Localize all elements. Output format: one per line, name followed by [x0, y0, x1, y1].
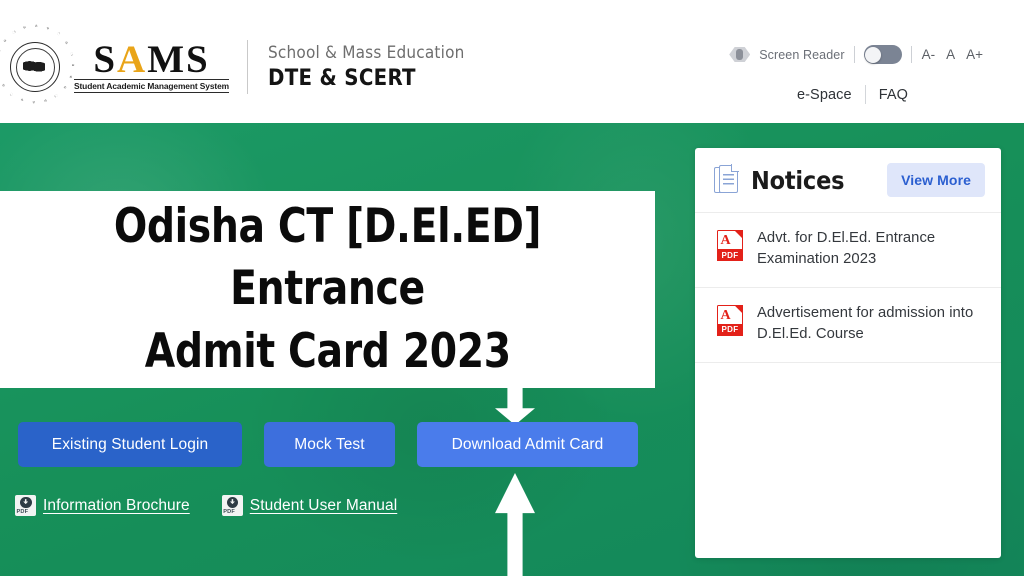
pdf-icon-label: PDF	[223, 508, 236, 515]
pdf-icon-label: PDF	[717, 249, 743, 261]
site-header: ଓଡିଶାସରକାରଓଡିଶାସରକାର SAMS Student Academ…	[0, 0, 1024, 123]
arrow-down-icon	[495, 387, 535, 425]
pdf-download-icon: PDF	[15, 495, 36, 516]
brand-logo[interactable]: ଓଡିଶାସରକାରଓଡିଶାସରକାର SAMS Student Academ…	[0, 24, 465, 104]
download-arrow-icon	[20, 496, 32, 508]
notice-list-item[interactable]: A PDF Advt. for D.El.Ed. Entrance Examin…	[695, 213, 1001, 288]
department-line-2: DTE & SCERT	[268, 65, 416, 91]
notice-list-item[interactable]: A PDF Advertisement for admission into D…	[695, 288, 1001, 363]
arrow-up-icon	[495, 473, 535, 576]
student-user-manual-label: Student User Manual	[249, 496, 398, 514]
sams-logo: SAMS Student Academic Management System	[74, 37, 229, 94]
information-brochure-label: Information Brochure	[43, 496, 190, 514]
document-link-row: PDF Information Brochure PDF Student Use…	[15, 495, 397, 516]
nav-link-espace[interactable]: e-Space	[797, 87, 852, 103]
pdf-icon-label: PDF	[717, 323, 743, 336]
notice-item-text: Advt. for D.El.Ed. Entrance Examination …	[757, 230, 936, 268]
screen-reader-label: Screen Reader	[759, 47, 845, 62]
pdf-download-icon: PDF	[221, 495, 243, 516]
odisha-state-emblem-icon: ଓଡିଶାସରକାରଓଡିଶାସରକାର	[0, 24, 75, 104]
sams-letters-ms: MS	[147, 37, 210, 81]
view-more-button[interactable]: View More	[887, 163, 985, 197]
download-admit-card-button[interactable]: Download Admit Card	[417, 422, 638, 467]
screen-reader-toggle[interactable]	[863, 45, 902, 64]
header-divider	[247, 40, 248, 94]
pdf-icon-label: PDF	[16, 508, 29, 515]
action-button-row: Existing Student Login Mock Test Downloa…	[18, 422, 638, 467]
nav-link-faq[interactable]: FAQ	[879, 87, 908, 103]
headline-card: Odisha CT [D.El.ED] Entrance Admit Card …	[0, 191, 655, 388]
sams-wordmark: SAMS	[93, 37, 210, 81]
existing-student-login-button[interactable]: Existing Student Login	[18, 422, 242, 467]
sams-subtitle: Student Academic Management System	[74, 79, 229, 94]
emblem-ring-text: ଓଡିଶାସରକାରଓଡିଶାସରକାର	[0, 24, 75, 104]
student-user-manual-link[interactable]: PDF Student User Manual	[221, 495, 398, 516]
pdf-icon-glyph: A	[720, 307, 731, 323]
accessibility-toolbar: Screen Reader A- A A+	[729, 45, 984, 64]
toggle-knob	[865, 46, 882, 63]
notice-item-text: Advertisement for admission into D.El.Ed…	[757, 304, 974, 343]
mock-test-button[interactable]: Mock Test	[264, 422, 395, 467]
document-lines	[723, 173, 734, 188]
pdf-file-icon: A PDF	[717, 230, 743, 261]
notices-title: Notices	[751, 165, 845, 195]
toolbar-divider	[853, 46, 855, 63]
pdf-file-icon: A PDF	[717, 304, 743, 336]
font-increase-button[interactable]: A+	[965, 47, 984, 62]
font-normal-button[interactable]: A	[945, 47, 956, 62]
nav-divider	[864, 85, 866, 104]
download-arrow-icon	[226, 496, 239, 508]
sams-letter-s: S	[93, 37, 118, 81]
notices-panel: Notices View More A PDF Advt. for D.El.E…	[695, 148, 1001, 558]
page-title-line-1: Odisha CT [D.El.ED] Entrance	[113, 198, 542, 317]
sams-letter-a: A	[117, 37, 148, 81]
department-title: School & Mass Education DTE & SCERT	[268, 42, 465, 92]
pdf-icon-glyph: A	[720, 233, 731, 248]
toolbar-divider	[910, 46, 912, 63]
department-line-1: School & Mass Education	[268, 42, 465, 63]
font-decrease-button[interactable]: A-	[921, 47, 937, 62]
page-title-line-2: Admit Card 2023	[144, 323, 511, 379]
notices-header: Notices View More	[695, 148, 1001, 213]
information-brochure-link[interactable]: PDF Information Brochure	[15, 495, 190, 516]
header-nav: e-Space FAQ	[797, 85, 908, 104]
document-stack-icon	[714, 164, 739, 196]
screen-reader-icon[interactable]	[729, 46, 750, 63]
